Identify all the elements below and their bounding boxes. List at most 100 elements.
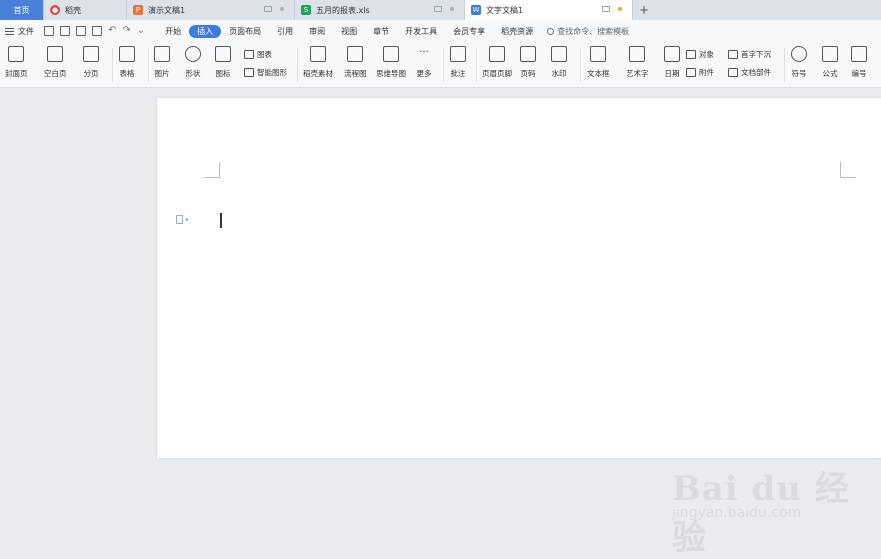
customize-icon[interactable]: ⌄ bbox=[137, 26, 145, 36]
icon-button[interactable]: 图标 bbox=[215, 46, 231, 79]
quick-access-toolbar: ↶ ↷ ⌄ bbox=[44, 26, 145, 36]
tab-daoke[interactable]: ● 稻壳 bbox=[44, 0, 127, 20]
window-icon[interactable] bbox=[434, 6, 442, 12]
wordart-button[interactable]: 艺术字 bbox=[626, 46, 649, 79]
page-number-label: 页码 bbox=[520, 69, 536, 78]
menu-review[interactable]: 审阅 bbox=[301, 25, 333, 38]
export-pdf-icon[interactable] bbox=[60, 26, 70, 36]
search-icon bbox=[547, 27, 555, 35]
tab-document-active[interactable]: W 文字文稿1 bbox=[465, 0, 633, 20]
formula-label: 公式 bbox=[822, 69, 838, 78]
file-menu-button[interactable]: 文件 bbox=[5, 26, 34, 37]
shape-label: 形状 bbox=[185, 69, 201, 78]
textbox-icon bbox=[590, 46, 607, 62]
menu-developer[interactable]: 开发工具 bbox=[397, 25, 445, 38]
watermark-button[interactable]: 水印 bbox=[551, 46, 567, 79]
unsaved-dot-icon[interactable] bbox=[618, 7, 622, 11]
menu-insert[interactable]: 插入 bbox=[189, 24, 222, 38]
numbering-button[interactable]: 编号 bbox=[851, 46, 867, 79]
attachment-label: 附件 bbox=[699, 68, 714, 77]
document-icon: W bbox=[471, 5, 481, 15]
divider bbox=[580, 48, 581, 82]
tab-presentation[interactable]: P 演示文稿1 bbox=[127, 0, 295, 20]
shape-icon bbox=[185, 46, 201, 62]
presentation-icon: P bbox=[133, 5, 143, 15]
flowchart-button[interactable]: 流程图 bbox=[344, 46, 367, 79]
flowchart-icon bbox=[347, 46, 364, 62]
smart-art-button[interactable]: 智能图形 bbox=[244, 67, 287, 78]
print-icon[interactable] bbox=[76, 26, 86, 36]
menu-daoke-resources[interactable]: 稻壳资源 bbox=[493, 25, 541, 38]
divider bbox=[784, 48, 785, 82]
formula-icon bbox=[822, 46, 838, 62]
drop-cap-label: 首字下沉 bbox=[741, 50, 771, 59]
picture-label: 图片 bbox=[154, 69, 170, 78]
table-button[interactable]: 表格 bbox=[119, 46, 135, 79]
picture-button[interactable]: 图片 bbox=[154, 46, 170, 79]
divider bbox=[476, 48, 477, 82]
drop-cap-icon bbox=[728, 50, 738, 59]
tab-spreadsheet[interactable]: S 五月的报表.xls bbox=[295, 0, 465, 20]
daoke-material-button[interactable]: 稻壳素材 bbox=[303, 46, 333, 79]
tab-presentation-label: 演示文稿1 bbox=[148, 5, 186, 15]
chart-button[interactable]: 图表 bbox=[244, 49, 272, 60]
drop-cap-button[interactable]: 首字下沉 bbox=[728, 49, 771, 60]
doc-parts-button[interactable]: 文档部件 bbox=[728, 67, 771, 78]
more-dots-icon: ··· bbox=[419, 47, 429, 58]
menu-home[interactable]: 开始 bbox=[157, 25, 189, 38]
daoke-material-icon bbox=[310, 46, 326, 62]
cover-page-button[interactable]: 封面页 bbox=[5, 46, 28, 79]
textbox-label: 文本框 bbox=[587, 69, 610, 78]
mindmap-icon bbox=[383, 46, 399, 62]
menu-view[interactable]: 视图 bbox=[333, 25, 365, 38]
window-icon[interactable] bbox=[264, 6, 272, 12]
daoke-icon: ● bbox=[50, 5, 60, 15]
picture-icon bbox=[154, 46, 170, 62]
object-button[interactable]: 对象 bbox=[686, 49, 714, 60]
table-icon bbox=[119, 46, 135, 62]
tab-home[interactable]: 首页 bbox=[0, 0, 44, 20]
wordart-label: 艺术字 bbox=[626, 69, 649, 78]
paragraph-handle[interactable]: ▾ bbox=[176, 215, 189, 224]
menu-references[interactable]: 引用 bbox=[269, 25, 301, 38]
shape-button[interactable]: 形状 bbox=[185, 46, 201, 79]
numbering-icon bbox=[851, 46, 867, 62]
page-break-button[interactable]: 分页 bbox=[83, 46, 99, 79]
document-canvas: ▾ Bai du 经验 jingyan.baidu.com bbox=[0, 89, 881, 558]
page-number-icon bbox=[520, 46, 536, 62]
symbol-button[interactable]: 符号 bbox=[791, 46, 807, 79]
document-page[interactable]: ▾ bbox=[157, 98, 881, 458]
date-button[interactable]: 日期 bbox=[664, 46, 680, 79]
print-preview-icon[interactable] bbox=[92, 26, 102, 36]
window-icon[interactable] bbox=[602, 6, 610, 12]
command-search[interactable]: 查找命令、搜索模板 bbox=[547, 26, 629, 37]
tab-bar: 首页 ● 稻壳 P 演示文稿1 S 五月的报表.xls W 文字文稿1 + bbox=[0, 0, 881, 20]
menu-row: 文件 ↶ ↷ ⌄ 开始 插入 页面布局 引用 审阅 视图 章节 开发工具 会员专… bbox=[0, 20, 881, 42]
mindmap-button[interactable]: 思维导图 bbox=[376, 46, 406, 79]
attachment-button[interactable]: 附件 bbox=[686, 67, 714, 78]
header-footer-button[interactable]: 页眉页脚 bbox=[482, 46, 512, 79]
blank-page-button[interactable]: 空白页 bbox=[44, 46, 67, 79]
comment-button[interactable]: 批注 bbox=[450, 46, 466, 79]
page-number-button[interactable]: 页码 bbox=[520, 46, 536, 79]
hamburger-icon bbox=[5, 27, 14, 35]
close-dot-icon[interactable] bbox=[280, 7, 284, 11]
save-icon[interactable] bbox=[44, 26, 54, 36]
main-menu: 开始 插入 页面布局 引用 审阅 视图 章节 开发工具 会员专享 稻壳资源 bbox=[157, 24, 541, 38]
textbox-button[interactable]: 文本框 bbox=[587, 46, 610, 79]
text-cursor bbox=[220, 213, 222, 228]
more-button[interactable]: ··· 更多 bbox=[416, 46, 432, 79]
smart-art-icon bbox=[244, 68, 254, 77]
new-tab-button[interactable]: + bbox=[633, 0, 655, 20]
menu-page-layout[interactable]: 页面布局 bbox=[221, 25, 269, 38]
menu-member[interactable]: 会员专享 bbox=[445, 25, 493, 38]
formula-button[interactable]: 公式 bbox=[822, 46, 838, 79]
header-footer-label: 页眉页脚 bbox=[482, 69, 512, 78]
calendar-icon bbox=[664, 46, 680, 62]
undo-icon[interactable]: ↶ bbox=[108, 26, 116, 36]
redo-icon[interactable]: ↷ bbox=[122, 26, 130, 36]
tab-document-label: 文字文稿1 bbox=[486, 5, 524, 15]
menu-section[interactable]: 章节 bbox=[365, 25, 397, 38]
close-dot-icon[interactable] bbox=[450, 7, 454, 11]
divider bbox=[112, 48, 113, 82]
